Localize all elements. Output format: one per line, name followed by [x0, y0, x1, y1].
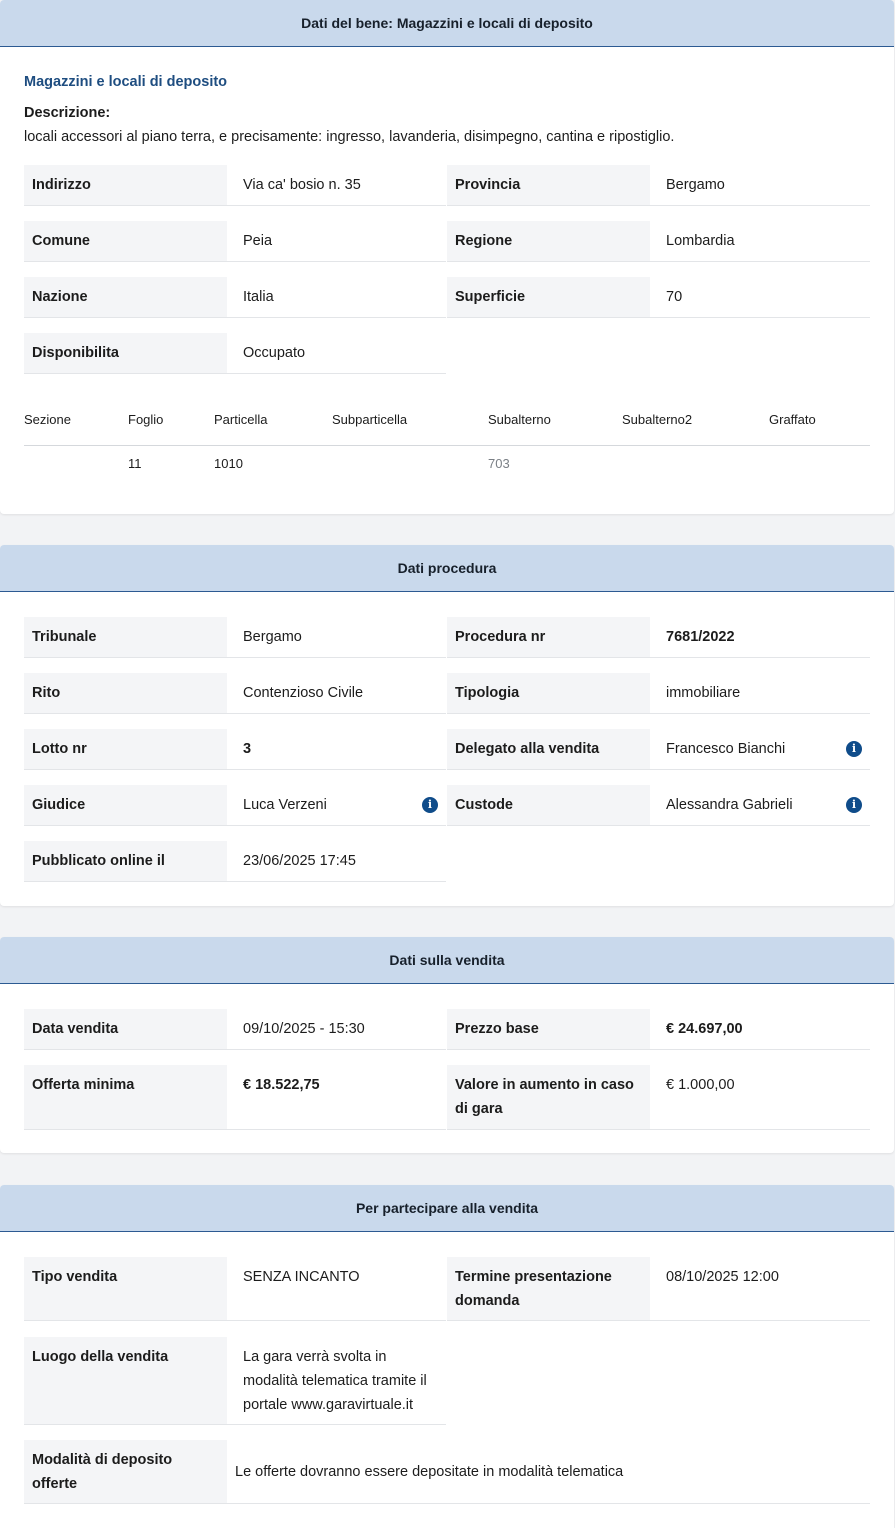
custode-value: Alessandra Gabrieli — [650, 785, 870, 826]
delegato-value: Francesco Bianchi — [650, 729, 870, 770]
tipo-vendita-label: Tipo vendita — [24, 1257, 227, 1320]
comune-value: Peia — [227, 221, 446, 262]
lotto-nr-label: Lotto nr — [24, 729, 227, 769]
catasto-divider — [24, 445, 870, 446]
custode-info-icon[interactable]: i — [846, 797, 862, 813]
catasto-header-subalterno2: Subalterno2 — [622, 412, 693, 427]
delegato-info-icon[interactable]: i — [846, 741, 862, 757]
indirizzo-label: Indirizzo — [24, 165, 227, 205]
catasto-header-particella: Particella — [214, 412, 268, 427]
tipologia-value: immobiliare — [650, 673, 870, 714]
partecipare-card: Per partecipare alla vendita Tipo vendit… — [0, 1185, 894, 1528]
comune-label: Comune — [24, 221, 227, 261]
bene-subtitle: Magazzini e locali di deposito — [24, 74, 228, 90]
prezzo-base-value: € 24.697,00 — [650, 1009, 870, 1050]
procedura-header: Dati procedura — [0, 545, 894, 592]
nazione-label: Nazione — [24, 277, 227, 317]
valore-aumento-value: € 1.000,00 — [650, 1065, 870, 1130]
prezzo-base-label: Prezzo base — [447, 1009, 650, 1049]
catasto-particella-value: 1010 — [214, 456, 243, 471]
regione-label: Regione — [447, 221, 650, 261]
catasto-header-foglio: Foglio — [128, 412, 164, 427]
descrizione-text: locali accessori al piano terra, e preci… — [24, 129, 675, 145]
bene-header: Dati del bene: Magazzini e locali di dep… — [0, 0, 894, 47]
luogo-value: La gara verrà svolta in modalità telemat… — [227, 1337, 446, 1425]
provincia-label: Provincia — [447, 165, 650, 205]
vendita-header: Dati sulla vendita — [0, 937, 894, 984]
nazione-value: Italia — [227, 277, 446, 318]
catasto-header-graffato: Graffato — [769, 412, 816, 427]
termine-label: Termine presentazione domanda — [447, 1257, 650, 1320]
data-vendita-label: Data vendita — [24, 1009, 227, 1049]
giudice-value: Luca Verzeni — [227, 785, 446, 826]
rito-value: Contenzioso Civile — [227, 673, 446, 714]
tipo-vendita-value: SENZA INCANTO — [227, 1257, 446, 1321]
disponibilita-label: Disponibilita — [24, 333, 227, 373]
superficie-value: 70 — [650, 277, 870, 318]
luogo-label: Luogo della vendita — [24, 1337, 227, 1424]
catasto-header-sezione: Sezione — [24, 412, 71, 427]
catasto-subalterno-value: 703 — [488, 456, 510, 471]
superficie-label: Superficie — [447, 277, 650, 317]
procedura-nr-label: Procedura nr — [447, 617, 650, 657]
modalita-label: Modalità di deposito offerte — [24, 1440, 227, 1503]
lotto-nr-value: 3 — [227, 729, 446, 770]
rito-label: Rito — [24, 673, 227, 713]
pubblicato-value: 23/06/2025 17:45 — [227, 841, 446, 882]
catasto-header-subalterno: Subalterno — [488, 412, 551, 427]
modalita-value: Le offerte dovranno essere depositate in… — [227, 1440, 870, 1504]
partecipare-header: Per partecipare alla vendita — [0, 1185, 894, 1232]
custode-label: Custode — [447, 785, 650, 825]
catasto-header-subparticella: Subparticella — [332, 412, 408, 427]
tipologia-label: Tipologia — [447, 673, 650, 713]
pubblicato-label: Pubblicato online il — [24, 841, 227, 881]
delegato-label: Delegato alla vendita — [447, 729, 650, 769]
bene-card: Dati del bene: Magazzini e locali di dep… — [0, 0, 894, 514]
disponibilita-value: Occupato — [227, 333, 446, 374]
data-vendita-value: 09/10/2025 - 15:30 — [227, 1009, 446, 1050]
offerta-minima-label: Offerta minima — [24, 1065, 227, 1129]
descrizione-label: Descrizione: — [24, 105, 111, 121]
giudice-info-icon[interactable]: i — [422, 797, 438, 813]
provincia-value: Bergamo — [650, 165, 870, 206]
valore-aumento-label: Valore in aumento in caso di gara — [447, 1065, 650, 1129]
procedura-card: Dati procedura Tribunale Bergamo Procedu… — [0, 545, 894, 906]
regione-value: Lombardia — [650, 221, 870, 262]
termine-value: 08/10/2025 12:00 — [650, 1257, 870, 1321]
indirizzo-value: Via ca' bosio n. 35 — [227, 165, 446, 206]
giudice-label: Giudice — [24, 785, 227, 825]
offerta-minima-value: € 18.522,75 — [227, 1065, 446, 1130]
procedura-nr-value: 7681/2022 — [650, 617, 870, 658]
vendita-card: Dati sulla vendita Data vendita 09/10/20… — [0, 937, 894, 1153]
tribunale-value: Bergamo — [227, 617, 446, 658]
catasto-foglio-value: 11 — [128, 456, 142, 471]
tribunale-label: Tribunale — [24, 617, 227, 657]
